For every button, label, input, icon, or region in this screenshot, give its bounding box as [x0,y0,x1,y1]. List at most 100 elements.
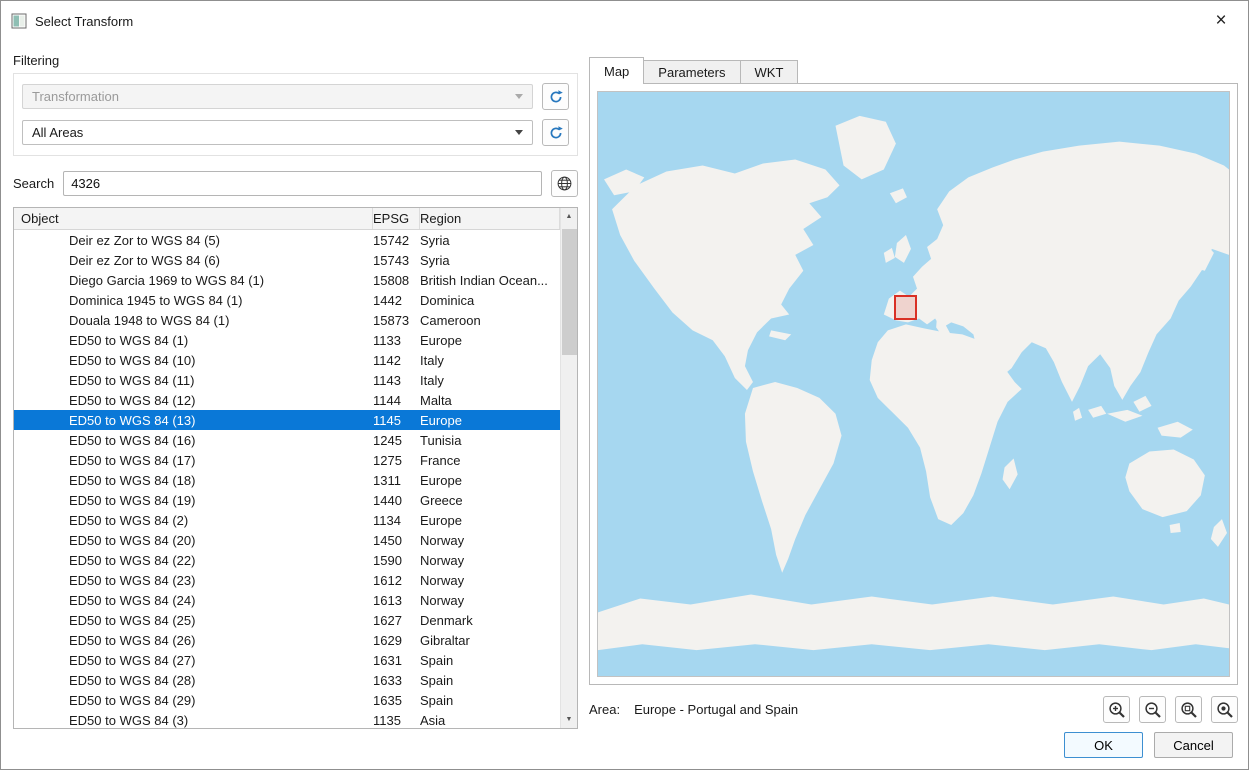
row-region: Norway [420,553,560,568]
column-epsg[interactable]: EPSG [373,208,420,229]
table-row[interactable]: ED50 to WGS 84 (17) 1275 France [14,450,560,470]
window-title: Select Transform [35,14,133,29]
dialog-footer: OK Cancel [1064,732,1233,758]
row-region: Italy [420,373,560,388]
transformation-combo[interactable]: Transformation [22,84,533,109]
close-icon[interactable]: × [1204,6,1238,36]
table-row[interactable]: Deir ez Zor to WGS 84 (6) 15743 Syria [14,250,560,270]
table-row[interactable]: ED50 to WGS 84 (23) 1612 Norway [14,570,560,590]
table-row[interactable]: ED50 to WGS 84 (25) 1627 Denmark [14,610,560,630]
row-region: Norway [420,533,560,548]
row-region: Syria [420,253,560,268]
globe-icon [556,175,573,192]
area-combo[interactable]: All Areas [22,120,533,145]
table-row[interactable]: ED50 to WGS 84 (27) 1631 Spain [14,650,560,670]
table-row[interactable]: Diego Garcia 1969 to WGS 84 (1) 15808 Br… [14,270,560,290]
row-region: Norway [420,593,560,608]
app-icon [11,13,27,29]
column-region[interactable]: Region [420,208,560,229]
zoom-full-icon [1216,701,1234,719]
table-row[interactable]: ED50 to WGS 84 (16) 1245 Tunisia [14,430,560,450]
scroll-down-icon[interactable]: ▼ [561,711,577,728]
row-object: ED50 to WGS 84 (10) [14,353,373,368]
row-region: Dominica [420,293,560,308]
row-object: Diego Garcia 1969 to WGS 84 (1) [14,273,373,288]
table-row[interactable]: ED50 to WGS 84 (10) 1142 Italy [14,350,560,370]
table-row[interactable]: ED50 to WGS 84 (12) 1144 Malta [14,390,560,410]
row-object: ED50 to WGS 84 (16) [14,433,373,448]
row-object: ED50 to WGS 84 (11) [14,373,373,388]
table-row[interactable]: ED50 to WGS 84 (29) 1635 Spain [14,690,560,710]
table-row[interactable]: ED50 to WGS 84 (22) 1590 Norway [14,550,560,570]
row-region: Greece [420,493,560,508]
table-row[interactable]: ED50 to WGS 84 (24) 1613 Norway [14,590,560,610]
table-row[interactable]: ED50 to WGS 84 (11) 1143 Italy [14,370,560,390]
reset-transformation-button[interactable] [542,83,569,110]
row-epsg: 1631 [373,653,420,668]
search-input[interactable] [63,171,542,196]
row-object: ED50 to WGS 84 (17) [14,453,373,468]
table-row[interactable]: ED50 to WGS 84 (1) 1133 Europe [14,330,560,350]
column-object[interactable]: Object [14,208,373,229]
world-map-svg [598,92,1229,676]
table-row[interactable]: ED50 to WGS 84 (20) 1450 Norway [14,530,560,550]
row-region: Europe [420,513,560,528]
table-rows: Deir ez Zor to WGS 84 (5) 15742 Syria De… [14,230,560,728]
row-region: Spain [420,673,560,688]
row-region: Malta [420,393,560,408]
row-epsg: 1440 [373,493,420,508]
table-row[interactable]: ED50 to WGS 84 (26) 1629 Gibraltar [14,630,560,650]
zoom-out-button[interactable] [1139,696,1166,723]
table-row[interactable]: Deir ez Zor to WGS 84 (5) 15742 Syria [14,230,560,250]
zoom-toolbar [1103,696,1238,723]
table-row[interactable]: Dominica 1945 to WGS 84 (1) 1442 Dominic… [14,290,560,310]
row-region: Spain [420,693,560,708]
row-region: Cameroon [420,313,560,328]
row-region: Syria [420,233,560,248]
table-row[interactable]: ED50 to WGS 84 (19) 1440 Greece [14,490,560,510]
row-epsg: 1450 [373,533,420,548]
zoom-full-button[interactable] [1211,696,1238,723]
row-object: ED50 to WGS 84 (24) [14,593,373,608]
area-value: Europe - Portugal and Spain [634,702,798,717]
globe-button[interactable] [551,170,578,197]
table-row[interactable]: ED50 to WGS 84 (18) 1311 Europe [14,470,560,490]
row-epsg: 15743 [373,253,420,268]
table-row[interactable]: ED50 to WGS 84 (2) 1134 Europe [14,510,560,530]
cancel-button[interactable]: Cancel [1154,732,1233,758]
table-row[interactable]: ED50 to WGS 84 (13) 1145 Europe [14,410,560,430]
tab-parameters[interactable]: Parameters [643,60,740,83]
scrollbar-thumb[interactable] [562,229,577,355]
world-map[interactable] [597,91,1230,677]
row-object: Dominica 1945 to WGS 84 (1) [14,293,373,308]
tab-map[interactable]: Map [589,57,644,84]
zoom-selection-button[interactable] [1175,696,1202,723]
table-row[interactable]: ED50 to WGS 84 (3) 1135 Asia [14,710,560,728]
transformation-combo-value: Transformation [32,89,515,104]
title-bar: Select Transform × [1,1,1248,41]
row-region: Europe [420,473,560,488]
row-epsg: 1612 [373,573,420,588]
row-region: Tunisia [420,433,560,448]
transform-table: Object EPSG Region Deir ez Zor to WGS 84… [13,207,578,729]
row-region: France [420,453,560,468]
row-object: ED50 to WGS 84 (28) [14,673,373,688]
tab-wkt[interactable]: WKT [740,60,799,83]
reset-area-button[interactable] [542,119,569,146]
row-region: British Indian Ocean... [420,273,560,288]
zoom-in-icon [1108,701,1126,719]
table-row[interactable]: ED50 to WGS 84 (28) 1633 Spain [14,670,560,690]
table-scrollbar[interactable]: ▲ ▼ [560,208,577,728]
ok-button[interactable]: OK [1064,732,1143,758]
row-epsg: 1135 [373,713,420,728]
scroll-up-icon[interactable]: ▲ [561,208,577,225]
table-row[interactable]: Douala 1948 to WGS 84 (1) 15873 Cameroon [14,310,560,330]
row-region: Italy [420,353,560,368]
row-object: Douala 1948 to WGS 84 (1) [14,313,373,328]
row-epsg: 15742 [373,233,420,248]
reset-icon [548,89,564,105]
zoom-in-button[interactable] [1103,696,1130,723]
row-epsg: 1142 [373,353,420,368]
row-object: ED50 to WGS 84 (18) [14,473,373,488]
row-epsg: 1145 [373,413,420,428]
